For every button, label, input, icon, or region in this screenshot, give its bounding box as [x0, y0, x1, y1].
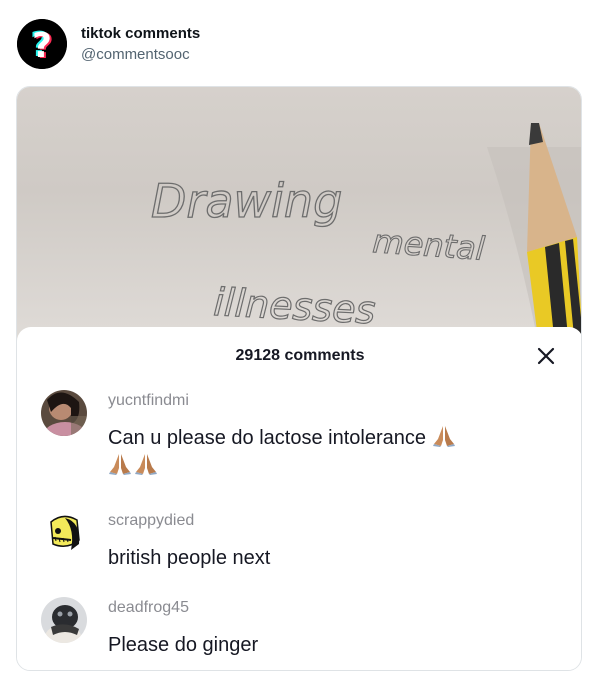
comments-sheet: 29128 comments yucntfindmi Can u please … [17, 327, 581, 670]
display-name[interactable]: tiktok comments [81, 25, 200, 42]
comment-username[interactable]: scrappydied [108, 512, 194, 530]
folded-hands-icon [109, 454, 131, 475]
comment-body: Can u please do lactose intolerance [108, 427, 426, 449]
question-mark-icon: ? ? ? [17, 19, 67, 69]
handwriting-mental: mental [371, 222, 486, 268]
handwriting-image: Drawing mental illnesses [150, 123, 581, 347]
comments-count-title: 29128 comments [235, 347, 365, 364]
account-handle[interactable]: @commentsooc [81, 46, 200, 63]
svg-text:?: ? [32, 26, 52, 66]
comment-text: Please do ginger [108, 631, 548, 659]
account-avatar[interactable]: ? ? ? [17, 19, 67, 69]
emoji-row [108, 452, 548, 480]
media-card[interactable]: Drawing mental illnesses 29128 comments [16, 86, 582, 671]
comment-username[interactable]: yucntfindmi [108, 392, 189, 410]
folded-hands-icon [432, 426, 455, 447]
comment-item: scrappydied british people next [41, 510, 561, 580]
comment-item: yucntfindmi Can u please do lactose into… [41, 390, 561, 490]
comment-text: british people next [108, 544, 548, 572]
commenter-avatar[interactable] [41, 510, 87, 556]
comment-item: deadfrog45 Please do ginger [41, 597, 561, 667]
post-header: ? ? ? tiktok comments @commentsooc [17, 18, 200, 70]
cartoon-face-icon [41, 510, 87, 556]
handwriting-drawing: Drawing [151, 174, 342, 228]
commenter-avatar[interactable] [41, 390, 87, 436]
comment-body: british people next [108, 547, 271, 569]
video-thumbnail: Drawing mental illnesses [17, 87, 581, 347]
user-photo-icon [41, 390, 87, 436]
comment-body: Please do ginger [108, 634, 259, 656]
handwriting-illnesses: illnesses [213, 280, 377, 332]
close-button[interactable] [535, 345, 557, 367]
account-info: tiktok comments @commentsooc [81, 25, 200, 63]
comment-text: Can u please do lactose intolerance [108, 424, 548, 480]
folded-hands-icon [135, 454, 157, 475]
user-photo-icon [41, 597, 87, 643]
close-icon [537, 347, 555, 365]
comment-username[interactable]: deadfrog45 [108, 599, 189, 617]
commenter-avatar[interactable] [41, 597, 87, 643]
